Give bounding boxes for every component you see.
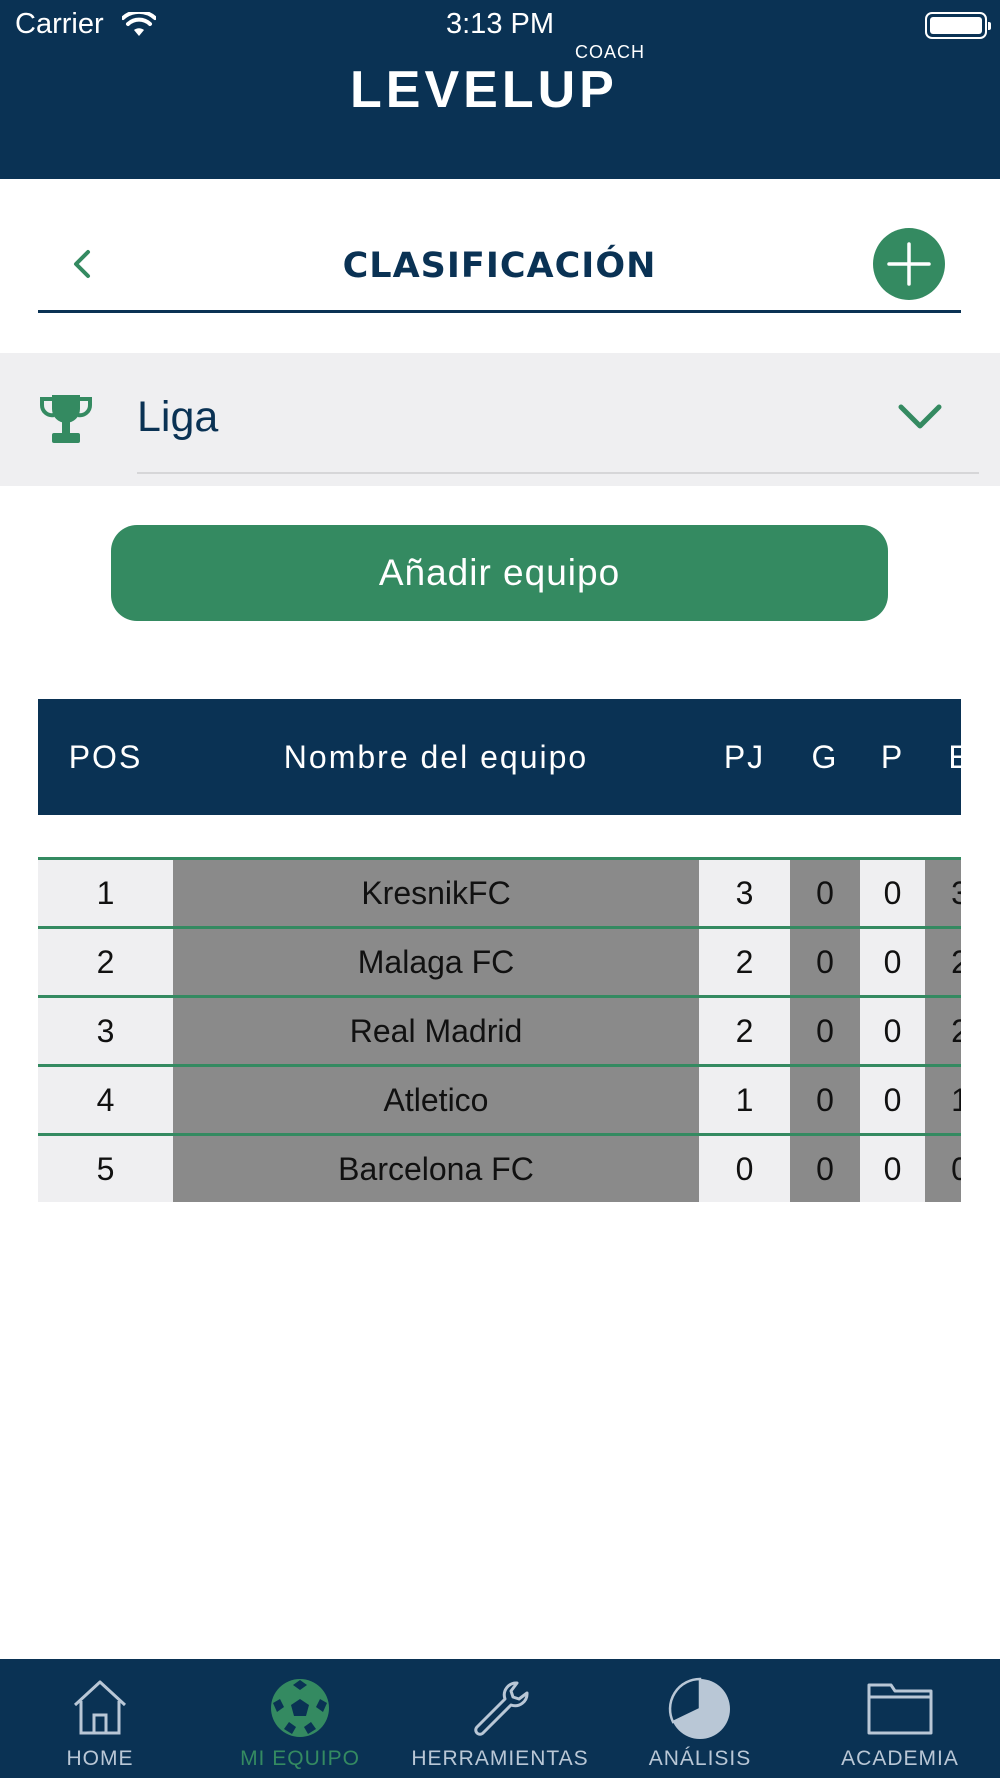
cell-e: 1: [925, 1067, 961, 1133]
table-row[interactable]: 1 KresnikFC 3 0 0 3: [38, 857, 961, 926]
tab-herramientas-label: HERRAMIENTAS: [411, 1747, 589, 1770]
competition-selector[interactable]: Liga: [0, 353, 1000, 486]
cell-pos: 1: [38, 860, 173, 926]
battery-icon: [925, 12, 991, 39]
folder-icon: [800, 1677, 1000, 1741]
cell-p: 0: [860, 1067, 925, 1133]
cell-team: Real Madrid: [173, 998, 699, 1064]
trophy-icon: [38, 391, 94, 451]
page-title: CLASIFICACIÓN: [342, 246, 657, 286]
cell-pj: 0: [699, 1136, 790, 1202]
column-header-e: E: [948, 739, 961, 775]
cell-p: 0: [860, 998, 925, 1064]
bottom-tab-bar: HOME MI EQUIPO HERRAMIENTAS ANÁLISIS ACA…: [0, 1659, 1000, 1778]
table-body: 1 KresnikFC 3 0 0 3 2 Malaga FC 2 0 0 2 …: [38, 857, 961, 1202]
cell-p: 0: [860, 860, 925, 926]
standings-table: POS Nombre del equipo PJ G P E 1 Kresnik…: [38, 699, 961, 1204]
cell-p: 0: [860, 929, 925, 995]
cell-g: 0: [790, 1067, 860, 1133]
cell-g: 0: [790, 860, 860, 926]
tab-academia-label: ACADEMIA: [841, 1747, 959, 1770]
cell-pos: 2: [38, 929, 173, 995]
table-row[interactable]: 3 Real Madrid 2 0 0 2: [38, 995, 961, 1064]
column-header-team: Nombre del equipo: [283, 739, 589, 775]
column-header-p: P: [880, 739, 905, 775]
divider: [137, 472, 979, 474]
table-row[interactable]: 2 Malaga FC 2 0 0 2: [38, 926, 961, 995]
column-header-pos: POS: [68, 739, 143, 775]
add-team-button[interactable]: Añadir equipo: [111, 525, 888, 621]
tab-analisis-label: ANÁLISIS: [648, 1747, 752, 1770]
cell-pj: 2: [699, 929, 790, 995]
cell-e: 0: [925, 1136, 961, 1202]
cell-pj: 2: [699, 998, 790, 1064]
cell-team: Atletico: [173, 1067, 699, 1133]
cell-e: 2: [925, 998, 961, 1064]
tab-mi-equipo-label: MI EQUIPO: [240, 1747, 360, 1770]
column-header-pj: PJ: [723, 739, 766, 775]
levelup-logo: COACH LEVELUP: [348, 40, 648, 125]
table-row[interactable]: 4 Atletico 1 0 0 1: [38, 1064, 961, 1133]
cell-g: 0: [790, 998, 860, 1064]
column-header-g: G: [811, 739, 839, 775]
cell-pos: 4: [38, 1067, 173, 1133]
cell-e: 3: [925, 860, 961, 926]
add-button[interactable]: [873, 228, 945, 300]
cell-pos: 3: [38, 998, 173, 1064]
cell-g: 0: [790, 1136, 860, 1202]
title-row: CLASIFICACIÓN: [38, 220, 961, 313]
cell-team: KresnikFC: [173, 860, 699, 926]
tab-analisis[interactable]: ANÁLISIS: [600, 1659, 800, 1778]
pie-chart-icon: [600, 1677, 800, 1741]
cell-pj: 3: [699, 860, 790, 926]
plus-icon: [887, 242, 931, 286]
cell-team: Malaga FC: [173, 929, 699, 995]
cell-g: 0: [790, 929, 860, 995]
soccer-ball-icon: [200, 1677, 400, 1741]
table-header: POS Nombre del equipo PJ G P E: [38, 699, 961, 815]
tab-academia[interactable]: ACADEMIA: [800, 1659, 1000, 1778]
home-icon: [0, 1677, 200, 1741]
tab-mi-equipo[interactable]: MI EQUIPO: [200, 1659, 400, 1778]
competition-name: Liga: [137, 393, 219, 441]
wrench-icon: [400, 1677, 600, 1741]
chevron-down-icon[interactable]: [895, 399, 945, 439]
status-time: 3:13 PM: [446, 8, 554, 40]
cell-e: 2: [925, 929, 961, 995]
cell-pos: 5: [38, 1136, 173, 1202]
tab-home[interactable]: HOME: [0, 1659, 200, 1778]
tab-herramientas[interactable]: HERRAMIENTAS: [400, 1659, 600, 1778]
cell-pj: 1: [699, 1067, 790, 1133]
tab-home-label: HOME: [66, 1747, 134, 1770]
cell-p: 0: [860, 1136, 925, 1202]
table-row[interactable]: 5 Barcelona FC 0 0 0 0: [38, 1133, 961, 1202]
logo-main: LEVELUP: [350, 61, 618, 119]
cell-team: Barcelona FC: [173, 1136, 699, 1202]
app-header: Carrier 3:13 PM COACH LEVELUP: [0, 0, 1000, 179]
